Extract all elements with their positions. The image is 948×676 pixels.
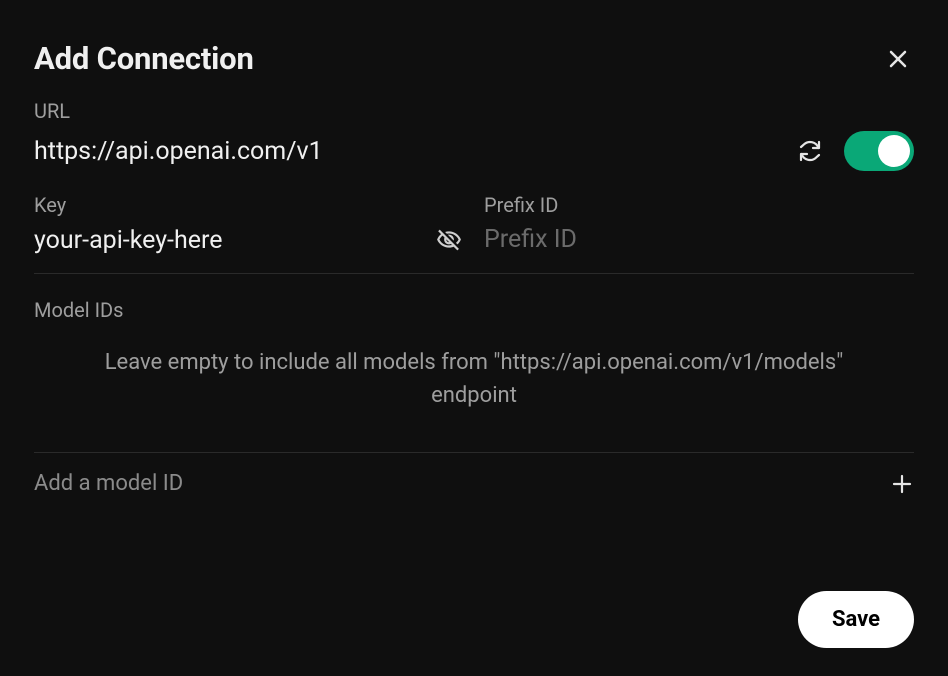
url-input[interactable] xyxy=(34,137,776,166)
add-connection-modal: Add Connection URL xyxy=(0,0,948,676)
url-field-group: URL xyxy=(34,99,914,193)
close-button[interactable] xyxy=(882,43,914,75)
eye-off-icon xyxy=(436,227,462,253)
refresh-button[interactable] xyxy=(794,135,826,167)
prefix-label: Prefix ID xyxy=(484,193,914,217)
divider xyxy=(34,273,914,274)
divider xyxy=(34,452,914,453)
toggle-visibility-button[interactable] xyxy=(434,225,464,255)
model-ids-label: Model IDs xyxy=(34,298,914,322)
refresh-icon xyxy=(798,139,822,163)
key-prefix-row: Key Prefix ID xyxy=(34,193,914,255)
key-label: Key xyxy=(34,193,464,217)
close-icon xyxy=(886,47,910,71)
prefix-field-group: Prefix ID xyxy=(484,193,914,255)
api-key-input[interactable] xyxy=(34,226,422,255)
url-label: URL xyxy=(34,99,914,123)
modal-header: Add Connection xyxy=(34,40,914,77)
model-ids-helper: Leave empty to include all models from "… xyxy=(34,346,914,412)
connection-toggle[interactable] xyxy=(844,131,914,171)
url-row xyxy=(34,131,914,171)
prefix-id-input[interactable] xyxy=(484,225,914,254)
add-model-row xyxy=(34,471,914,496)
toggle-knob xyxy=(878,135,910,167)
key-row xyxy=(34,225,464,255)
modal-title: Add Connection xyxy=(34,40,254,77)
add-model-input[interactable] xyxy=(34,471,890,496)
plus-icon xyxy=(890,472,914,496)
modal-footer: Save xyxy=(34,591,914,648)
save-button[interactable]: Save xyxy=(798,591,914,648)
key-field-group: Key xyxy=(34,193,464,255)
add-model-button[interactable] xyxy=(890,472,914,496)
